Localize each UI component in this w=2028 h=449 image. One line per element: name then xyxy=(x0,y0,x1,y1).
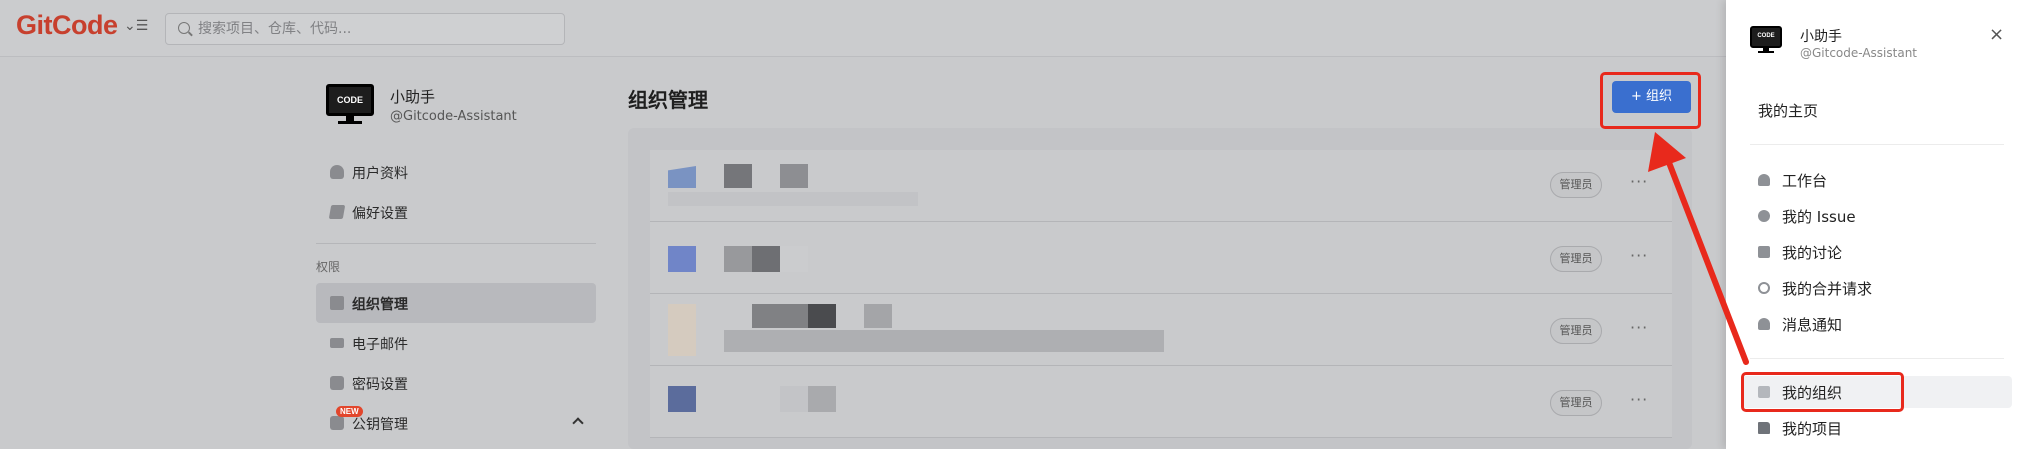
arrow-shaft xyxy=(1665,157,1749,365)
arrow-head xyxy=(1648,132,1686,172)
annotation-arrow xyxy=(1648,132,1749,365)
